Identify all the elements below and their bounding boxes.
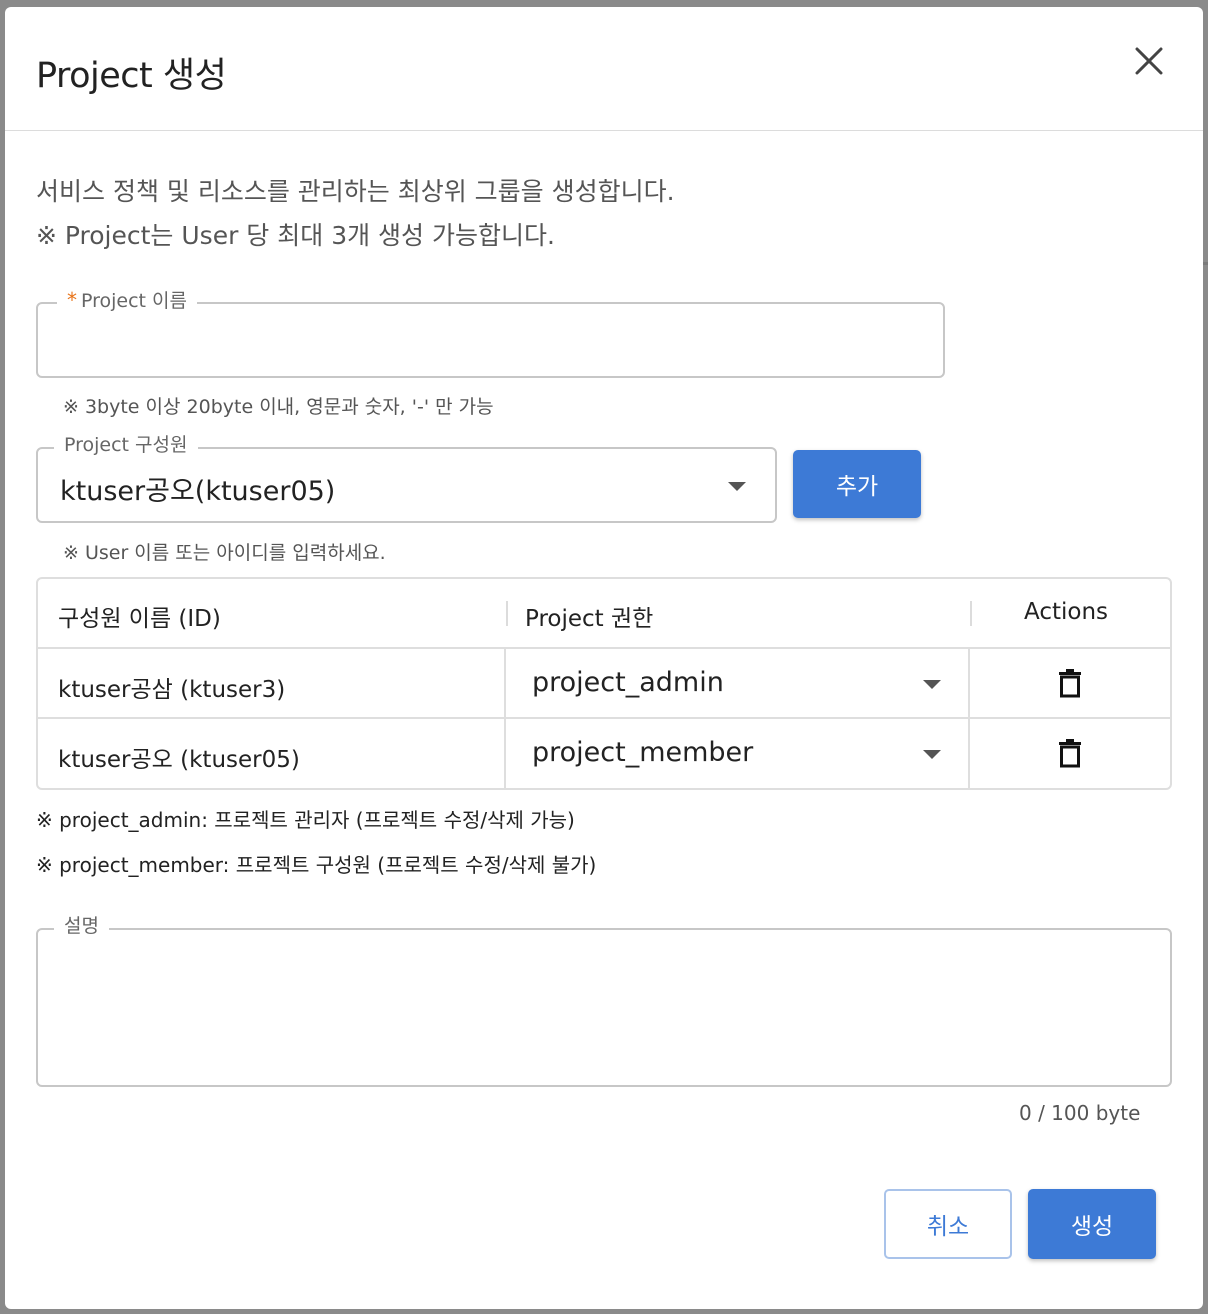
cell-divider xyxy=(504,649,506,788)
row-divider xyxy=(38,717,1170,719)
project-name-input[interactable] xyxy=(36,302,945,378)
column-header-actions: Actions xyxy=(1024,599,1109,625)
dialog-title: Project 생성 xyxy=(36,56,227,96)
role-select[interactable]: project_admin xyxy=(532,667,724,698)
description-textarea[interactable] xyxy=(36,928,1172,1087)
project-create-dialog: Project 생성 서비스 정책 및 리소스를 관리하는 최상위 그룹을 생성… xyxy=(5,7,1203,1309)
column-divider xyxy=(970,601,972,626)
row-divider xyxy=(38,647,1170,649)
column-header-name: 구성원 이름 (ID) xyxy=(58,606,221,632)
cancel-button[interactable]: 취소 xyxy=(884,1189,1012,1259)
project-name-label: * Project 이름 xyxy=(57,288,198,313)
members-table: 구성원 이름 (ID) Project 권한 Actions ktuser공삼 … xyxy=(36,577,1172,790)
role-note-admin: ※ project_admin: 프로젝트 관리자 (프로젝트 수정/삭제 가능… xyxy=(36,808,575,832)
dialog-header: Project 생성 xyxy=(5,7,1203,131)
member-select-value: ktuser공오(ktuser05) xyxy=(60,476,336,507)
trash-icon[interactable] xyxy=(1058,668,1082,698)
chevron-down-icon[interactable] xyxy=(923,750,941,759)
member-select-hint: ※ User 이름 또는 아이디를 입력하세요. xyxy=(63,542,386,564)
chevron-down-icon[interactable] xyxy=(923,680,941,689)
project-name-hint: ※ 3byte 이상 20byte 이내, 영문과 숫자, '-' 만 가능 xyxy=(63,396,494,418)
create-button[interactable]: 생성 xyxy=(1028,1189,1156,1259)
member-select-label: Project 구성원 xyxy=(54,433,198,457)
add-member-button[interactable]: 추가 xyxy=(793,450,921,518)
byte-counter: 0 / 100 byte xyxy=(1019,1101,1141,1125)
column-divider xyxy=(506,601,508,626)
close-icon[interactable] xyxy=(1129,41,1169,81)
project-name-label-text: Project 이름 xyxy=(81,290,188,312)
column-header-role: Project 권한 xyxy=(525,606,654,632)
chevron-down-icon[interactable] xyxy=(728,482,746,491)
role-select[interactable]: project_member xyxy=(532,737,753,768)
role-note-member: ※ project_member: 프로젝트 구성원 (프로젝트 수정/삭제 불… xyxy=(36,853,597,877)
cell-divider xyxy=(968,649,970,788)
member-select[interactable]: ktuser공오(ktuser05) xyxy=(36,447,777,523)
required-mark: * xyxy=(67,288,77,312)
dialog-limit-note: ※ Project는 User 당 최대 3개 생성 가능합니다. xyxy=(36,221,555,250)
member-name: ktuser공오 (ktuser05) xyxy=(58,747,300,773)
dialog-description: 서비스 정책 및 리소스를 관리하는 최상위 그룹을 생성합니다. xyxy=(36,177,675,206)
trash-icon[interactable] xyxy=(1058,738,1082,768)
member-name: ktuser공삼 (ktuser3) xyxy=(58,677,286,703)
description-label: 설명 xyxy=(54,914,109,938)
